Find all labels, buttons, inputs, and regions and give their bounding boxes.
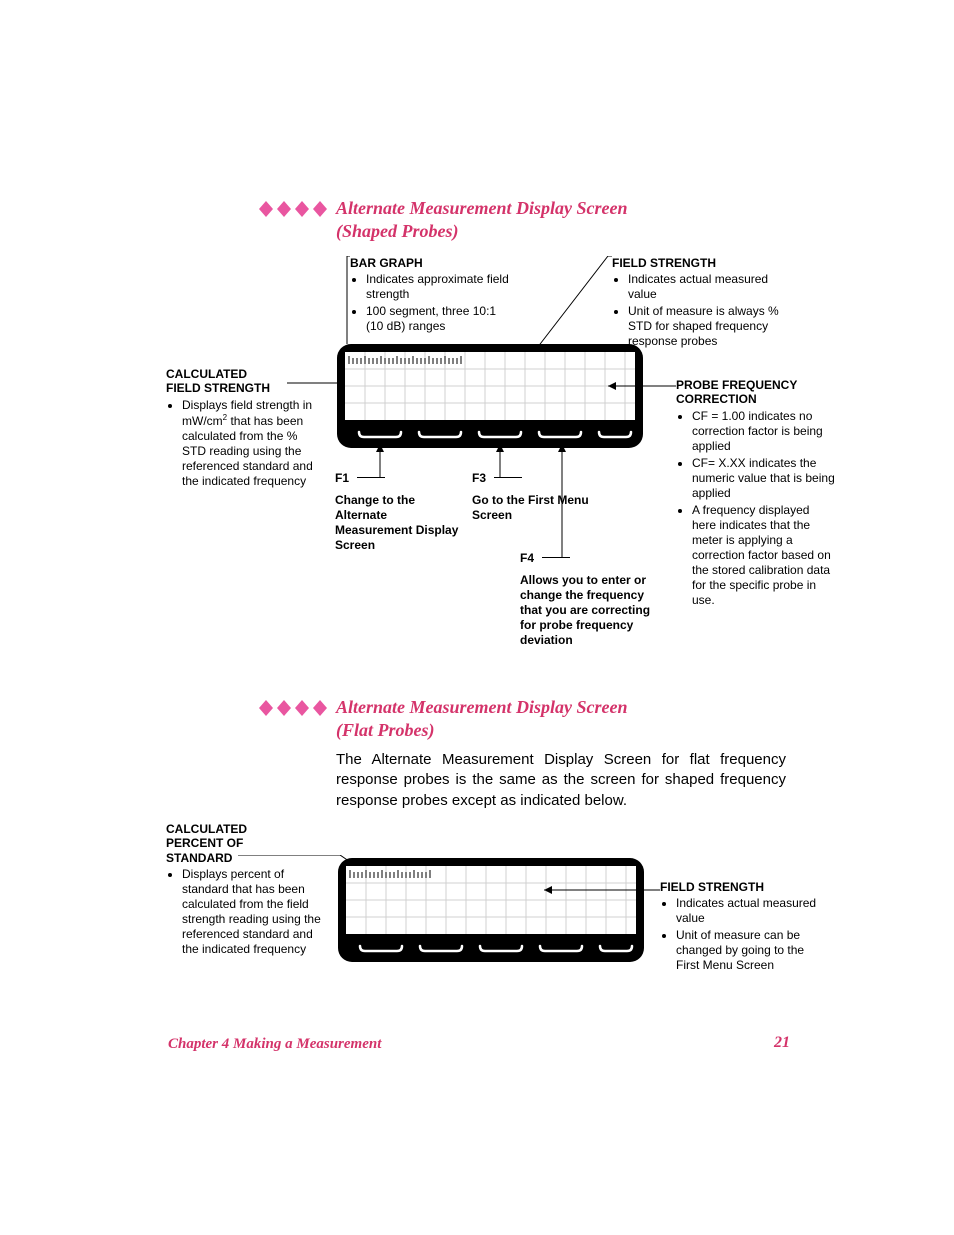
field-strength-title: FIELD STRENGTH: [612, 256, 792, 270]
f1-label: F1: [335, 471, 349, 485]
calc-fs-title-l1: CALCULATED: [166, 367, 247, 381]
f4-label: F4: [520, 551, 534, 565]
lcd-device-flat: [336, 856, 646, 964]
field-strength-2-callout: FIELD STRENGTH Indicates actual measured…: [660, 880, 830, 975]
lcd-device-shaped: [335, 342, 645, 450]
calc-pct-title-l1: CALCULATED: [166, 822, 247, 836]
bar-graph-connector: [346, 256, 354, 346]
probe-cf-title-l2: CORRECTION: [676, 392, 757, 406]
page: Alternate Measurement Display Screen (Sh…: [0, 0, 954, 1235]
f4-callout: F4 Allows you to enter or change the fre…: [520, 549, 660, 648]
probe-cf-bullet-3: A frequency displayed here indicates tha…: [692, 503, 836, 608]
f1-dash: [357, 477, 385, 478]
flat-probes-paragraph: The Alternate Measurement Display Screen…: [336, 750, 786, 811]
heading2-line1: Alternate Measurement Display Screen: [336, 697, 628, 717]
bar-graph-title: BAR GRAPH: [350, 256, 510, 270]
field-strength-2-bullet-2: Unit of measure can be changed by going …: [676, 928, 830, 973]
heading1-line1: Alternate Measurement Display Screen: [336, 198, 628, 218]
f3-dash: [494, 477, 522, 478]
f3-callout: F3 Go to the First Menu Screen: [472, 469, 592, 523]
footer-page-number: 21: [774, 1034, 790, 1052]
field-strength-bullet-1: Indicates actual measured value: [628, 272, 792, 302]
probe-frequency-correction-callout: PROBE FREQUENCY CORRECTION CF = 1.00 ind…: [676, 378, 836, 610]
bar-graph-callout: BAR GRAPH Indicates approximate field st…: [350, 256, 510, 336]
probe-cf-bullet-1: CF = 1.00 indicates no correction factor…: [692, 409, 836, 454]
f1-desc: Change to the Alternate Measurement Disp…: [335, 493, 465, 553]
bar-graph-bullet-1: Indicates approximate field strength: [366, 272, 510, 302]
probe-cf-bullet-2: CF= X.XX indicates the numeric value tha…: [692, 456, 836, 501]
footer-chapter-title: Chapter 4 Making a Measurement: [168, 1036, 381, 1053]
diamond-ornament-row-2: [258, 699, 328, 717]
f4-dash: [542, 557, 570, 558]
field-strength-2-leader: [536, 884, 662, 898]
field-strength-bullet-2: Unit of measure is always % STD for shap…: [628, 304, 792, 349]
calc-fs-title-l2: FIELD STRENGTH: [166, 381, 270, 395]
calc-fs-bullet-1: Displays field strength in mW/cm2 that h…: [182, 398, 316, 489]
field-strength-callout: FIELD STRENGTH Indicates actual measured…: [612, 256, 792, 351]
section-heading-shaped-probes: Alternate Measurement Display Screen (Sh…: [336, 197, 756, 242]
calc-pct-title-l2: PERCENT OF: [166, 836, 243, 850]
f3-desc: Go to the First Menu Screen: [472, 493, 592, 523]
field-strength-2-bullet-1: Indicates actual measured value: [676, 896, 830, 926]
diamond-ornament-row-1: [258, 200, 328, 218]
f3-label: F3: [472, 471, 486, 485]
heading1-line2: (Shaped Probes): [336, 221, 459, 241]
bar-graph-bullet-2: 100 segment, three 10:1 (10 dB) ranges: [366, 304, 510, 334]
heading2-line2: (Flat Probes): [336, 720, 435, 740]
probe-cf-leader: [600, 380, 678, 394]
probe-cf-title-l1: PROBE FREQUENCY: [676, 378, 797, 392]
f4-desc: Allows you to enter or change the freque…: [520, 573, 660, 648]
section-heading-flat-probes: Alternate Measurement Display Screen (Fl…: [336, 696, 756, 741]
calc-pct-title-l3: STANDARD: [166, 851, 232, 865]
f1-callout: F1 Change to the Alternate Measurement D…: [335, 469, 465, 553]
field-strength-2-title: FIELD STRENGTH: [660, 880, 830, 894]
